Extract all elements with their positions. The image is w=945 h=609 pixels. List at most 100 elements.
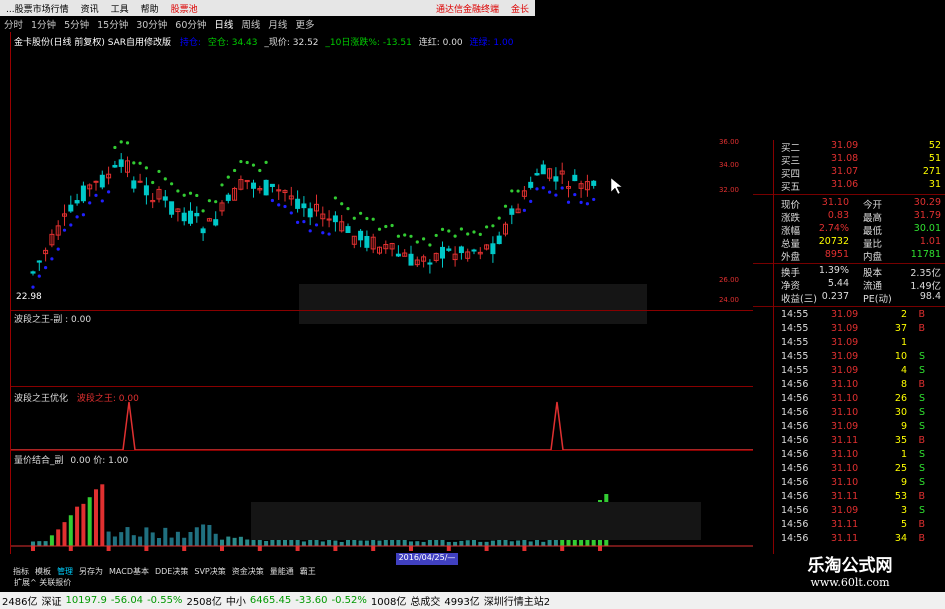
volume-bar (207, 524, 212, 546)
stat-label-2: 股本 (863, 268, 883, 279)
period-tab-2[interactable]: 5分钟 (60, 17, 93, 31)
watermark: 乐淘公式网 www.60lt.com (755, 556, 945, 592)
sar-dot (384, 224, 388, 229)
toolbar-btn-6[interactable]: SVP决策 (191, 566, 228, 577)
stat-value-2: 1.49亿 (910, 281, 941, 292)
volume-bar (106, 531, 111, 546)
period-tab-3[interactable]: 15分钟 (93, 17, 132, 31)
period-tab-9[interactable]: 更多 (291, 17, 318, 31)
candle-body (181, 212, 187, 222)
tick-price: 31.09 (831, 365, 859, 376)
ob-label: 买二 (781, 143, 801, 154)
sar-dot (56, 247, 60, 251)
signal-marker (144, 546, 149, 551)
status-item-12: 4993亿 (444, 597, 480, 608)
volume-bar (301, 541, 306, 546)
tick-side: B (918, 323, 925, 334)
menu-item-tools[interactable]: 工具 (105, 2, 135, 15)
candle-body (540, 164, 546, 175)
candle-body (534, 173, 540, 176)
sar-dot (440, 227, 445, 232)
sar-dot (403, 233, 407, 237)
volume-bar (100, 484, 105, 546)
toolbar-btn-8[interactable]: 量能通 (267, 566, 297, 577)
toolbar-btn-5[interactable]: DDE决策 (152, 566, 191, 577)
period-tabs: 分时 1分钟 5分钟 15分钟 30分钟 60分钟 日线 周线 月线 更多 (0, 17, 535, 31)
period-tab-1[interactable]: 1分钟 (27, 17, 60, 31)
period-tab-0[interactable]: 分时 (0, 17, 27, 31)
tick-time: 14:55 (781, 337, 809, 348)
candle-body (490, 243, 496, 255)
period-tab-4[interactable]: 30分钟 (132, 17, 171, 31)
sar-dot (510, 189, 514, 193)
volume-bar (396, 539, 401, 546)
low-price-label: 22.98 (16, 292, 42, 302)
candle-body (36, 260, 42, 263)
tick-time: 14:55 (781, 309, 809, 320)
sar-dot (132, 161, 136, 165)
candle-body (509, 208, 515, 215)
volume-bar (333, 540, 338, 546)
stat-row: 涨幅 2.74% 最低 30.01 (753, 223, 945, 237)
tick-price: 31.09 (831, 337, 859, 348)
tick-side: S (918, 463, 925, 474)
toolbar-btn-1[interactable]: 模板 (32, 566, 54, 577)
candle-body (137, 180, 143, 183)
volume-bar (459, 540, 464, 546)
toolbar-btn-7[interactable]: 资金决策 (229, 566, 267, 577)
volume-bar (125, 527, 130, 546)
candle-body (295, 198, 301, 209)
sar-dot (296, 220, 300, 225)
tick-price: 31.11 (831, 519, 859, 530)
separator (11, 310, 753, 311)
candle-body (553, 176, 559, 182)
menu-item-stock-pool[interactable]: 股票池 (165, 2, 204, 15)
volume-bar (31, 541, 35, 546)
period-tab-7[interactable]: 周线 (237, 17, 264, 31)
volume-bar (535, 539, 539, 546)
expand-link[interactable]: 扩展^ 关联报价 (14, 577, 71, 588)
sar-dot (415, 240, 419, 244)
toolbar-btn-3[interactable]: 另存为 (76, 566, 106, 577)
tick-time: 14:56 (781, 519, 809, 530)
signal-marker (333, 546, 338, 551)
sar-dot (176, 189, 180, 193)
volume-bar (465, 540, 470, 546)
period-tab-6[interactable]: 日线 (210, 17, 237, 31)
toolbar-btn-0[interactable]: 指标 (10, 566, 32, 577)
stat-label: 涨幅 (781, 226, 801, 237)
order-book-row: 买五 31.06 31 (753, 179, 945, 193)
sar-dot (409, 234, 413, 238)
tick-time: 14:56 (781, 533, 809, 544)
candle-body (131, 180, 137, 189)
ob-volume: 271 (922, 166, 941, 177)
candle-body (345, 226, 351, 233)
toolbar-btn-9[interactable]: 霸王 (297, 566, 319, 577)
tick-volume: 1 (900, 449, 907, 460)
menu-extra[interactable]: 金长 (505, 2, 535, 15)
volume-bar (377, 540, 382, 546)
volume-bar (175, 531, 180, 546)
volume-bar (446, 541, 451, 546)
candle-body (358, 230, 364, 241)
ind2-line (11, 401, 753, 451)
tick-time: 14:55 (781, 323, 809, 334)
sar-dot (422, 237, 426, 241)
sar-dot (377, 227, 382, 231)
price-tick: 34.00 (719, 161, 739, 169)
candle-body (162, 196, 168, 201)
status-item-10: 1008亿 (370, 597, 407, 608)
menu-item-news[interactable]: 资讯 (75, 2, 105, 15)
sar-dot (258, 168, 262, 173)
period-tab-8[interactable]: 月线 (264, 17, 291, 31)
chart-area[interactable]: 金卡股份(日线 前复权) SAR自用修改版 持仓: 空仓: 34.43 _现价:… (10, 32, 753, 565)
toolbar-btn-2[interactable]: 管理 (54, 566, 76, 577)
candle-body (188, 210, 193, 224)
toolbar-btn-4[interactable]: MACD基本 (106, 566, 152, 577)
tick-volume: 4 (900, 365, 907, 376)
volume-bar (56, 529, 61, 546)
menu-item-help[interactable]: 帮助 (135, 2, 165, 15)
ob-label: 买四 (781, 169, 801, 180)
period-tab-5[interactable]: 60分钟 (171, 17, 210, 31)
tick-time: 14:56 (781, 463, 809, 474)
